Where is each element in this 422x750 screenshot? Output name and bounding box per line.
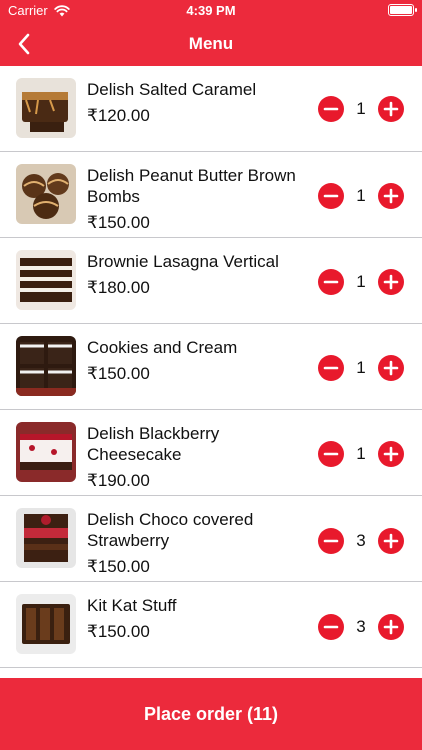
quantity-value: 3 bbox=[356, 531, 366, 550]
item-thumbnail bbox=[16, 594, 76, 654]
decrease-button[interactable] bbox=[318, 614, 344, 640]
decrease-button[interactable] bbox=[318, 528, 344, 554]
minus-icon bbox=[323, 539, 339, 543]
minus-icon bbox=[323, 366, 339, 370]
increase-button[interactable] bbox=[378, 528, 404, 554]
plus-icon bbox=[383, 274, 399, 290]
item-name: Brownie Lasagna Vertical bbox=[87, 252, 279, 271]
minus-icon bbox=[323, 280, 339, 284]
item-thumbnail bbox=[16, 336, 76, 396]
decrease-button[interactable] bbox=[318, 441, 344, 467]
quantity-value: 1 bbox=[356, 358, 366, 377]
list-item[interactable]: Delish Peanut Butter Brown Bombs ₹150.00… bbox=[0, 152, 422, 238]
increase-button[interactable] bbox=[378, 441, 404, 467]
list-item[interactable]: Delish Salted Caramel ₹120.00 1 bbox=[0, 66, 422, 152]
clock: 4:39 PM bbox=[186, 3, 236, 18]
item-thumbnail bbox=[16, 164, 76, 224]
item-price: ₹180.00 bbox=[87, 278, 150, 297]
decrease-button[interactable] bbox=[318, 183, 344, 209]
nav-bar: Menu bbox=[0, 22, 422, 66]
quantity-stepper: 3 bbox=[318, 528, 404, 554]
increase-button[interactable] bbox=[378, 96, 404, 122]
quantity-stepper: 3 bbox=[318, 614, 404, 640]
quantity-stepper: 1 bbox=[318, 96, 404, 122]
list-item[interactable]: Delish Blackberry Cheesecake ₹190.00 1 bbox=[0, 410, 422, 496]
plus-icon bbox=[383, 446, 399, 462]
minus-icon bbox=[323, 194, 339, 198]
item-name: Delish Salted Caramel bbox=[87, 80, 257, 99]
minus-icon bbox=[323, 107, 339, 111]
item-price: ₹190.00 bbox=[87, 471, 150, 490]
item-price: ₹150.00 bbox=[87, 557, 150, 576]
increase-button[interactable] bbox=[378, 269, 404, 295]
increase-button[interactable] bbox=[378, 183, 404, 209]
list-item[interactable]: Delish Choco covered Strawberry ₹150.00 … bbox=[0, 496, 422, 582]
battery-icon bbox=[388, 4, 417, 16]
quantity-value: 3 bbox=[356, 617, 366, 636]
increase-button[interactable] bbox=[378, 355, 404, 381]
list-item[interactable]: Brownie Lasagna Vertical ₹180.00 1 bbox=[0, 238, 422, 324]
item-thumbnail bbox=[16, 250, 76, 310]
decrease-button[interactable] bbox=[318, 269, 344, 295]
increase-button[interactable] bbox=[378, 614, 404, 640]
quantity-stepper: 1 bbox=[318, 269, 404, 295]
plus-icon bbox=[383, 101, 399, 117]
item-name: Delish Choco covered Strawberry bbox=[87, 510, 254, 550]
plus-icon bbox=[383, 619, 399, 635]
plus-icon bbox=[383, 360, 399, 376]
item-name: Delish Blackberry Cheesecake bbox=[87, 424, 220, 464]
quantity-value: 1 bbox=[356, 444, 366, 463]
list-item[interactable]: Kit Kat Stuff ₹150.00 3 bbox=[0, 582, 422, 668]
item-thumbnail bbox=[16, 508, 76, 568]
place-order-button[interactable]: Place order (11) bbox=[0, 678, 422, 750]
minus-icon bbox=[323, 452, 339, 456]
item-thumbnail bbox=[16, 422, 76, 482]
status-bar: Carrier 4:39 PM bbox=[0, 0, 422, 22]
minus-icon bbox=[323, 625, 339, 629]
quantity-value: 1 bbox=[356, 272, 366, 291]
chevron-left-icon bbox=[18, 33, 30, 55]
list-item[interactable]: Cookies and Cream ₹150.00 1 bbox=[0, 324, 422, 410]
plus-icon bbox=[383, 188, 399, 204]
decrease-button[interactable] bbox=[318, 355, 344, 381]
top-bar: Carrier 4:39 PM Menu bbox=[0, 0, 422, 66]
item-price: ₹150.00 bbox=[87, 622, 150, 641]
quantity-stepper: 1 bbox=[318, 183, 404, 209]
quantity-stepper: 1 bbox=[318, 441, 404, 467]
place-order-label: Place order (11) bbox=[143, 703, 279, 724]
item-price: ₹150.00 bbox=[87, 213, 150, 232]
item-name: Kit Kat Stuff bbox=[87, 596, 177, 615]
page-title: Menu bbox=[188, 34, 234, 53]
item-name: Delish Peanut Butter Brown Bombs bbox=[87, 166, 296, 206]
item-name: Cookies and Cream bbox=[87, 338, 238, 357]
item-price: ₹150.00 bbox=[87, 364, 150, 383]
back-button[interactable] bbox=[8, 28, 40, 60]
decrease-button[interactable] bbox=[318, 96, 344, 122]
quantity-value: 1 bbox=[356, 186, 366, 205]
item-thumbnail bbox=[16, 78, 76, 138]
quantity-stepper: 1 bbox=[318, 355, 404, 381]
plus-icon bbox=[383, 533, 399, 549]
quantity-value: 1 bbox=[356, 99, 366, 118]
item-price: ₹120.00 bbox=[87, 106, 150, 125]
